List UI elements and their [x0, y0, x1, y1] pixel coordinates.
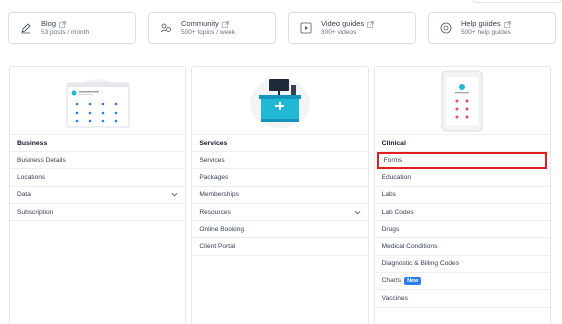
help-guides-subtitle: 500+ help guides [461, 28, 511, 36]
services-link[interactable]: Services [192, 152, 368, 170]
online-booking-link[interactable]: Online Booking [192, 221, 368, 239]
external-link-icon [503, 20, 511, 28]
packages-link[interactable]: Packages [192, 169, 368, 187]
forms-link[interactable]: Forms [376, 152, 547, 170]
business-illustration [10, 67, 186, 135]
pen-icon [19, 21, 33, 35]
row-label: Vaccines [381, 295, 408, 303]
help-icon [439, 21, 453, 35]
search-input[interactable] [472, 0, 562, 3]
chevron-down-icon [354, 210, 361, 214]
blog-card[interactable]: Blog 53 posts / month [8, 12, 136, 44]
locations-link[interactable]: Locations [10, 169, 186, 187]
data-dropdown[interactable]: Data [10, 187, 186, 204]
clinical-column: Clinical Forms Education Labs Lab Codes … [373, 66, 551, 324]
row-label: Resources [199, 208, 231, 216]
external-link-icon [367, 20, 375, 28]
community-icon [159, 21, 173, 35]
services-illustration [192, 67, 368, 135]
services-column: Services Services Packages Memberships R… [191, 66, 369, 324]
education-link[interactable]: Education [374, 169, 550, 187]
row-label: Lab Codes [381, 208, 414, 216]
row-label: Services [199, 156, 225, 164]
diagnostic-billing-codes-link[interactable]: Diagnostic & Billing Codes [374, 256, 550, 274]
help-guides-title: Help guides [461, 18, 501, 28]
blog-subtitle: 53 posts / month [41, 28, 90, 36]
community-title: Community [181, 18, 219, 28]
new-badge: New [404, 277, 422, 286]
row-label: Drugs [381, 225, 400, 233]
row-label: Education [381, 173, 411, 181]
row-label: Labs [381, 191, 396, 199]
community-subtitle: 500+ topics / week [181, 28, 236, 36]
row-label: Online Booking [199, 225, 245, 233]
row-label: Charts [381, 277, 402, 285]
business-column: Business Business Details Locations Data… [9, 66, 187, 324]
dashboard-illustration-icon [66, 78, 130, 127]
reception-desk-illustration-icon [249, 77, 310, 128]
video-guides-card[interactable]: Video guides 300+ videos [288, 12, 416, 44]
video-guides-title: Video guides [321, 18, 365, 28]
clinical-heading: Clinical [374, 135, 550, 152]
community-card[interactable]: Community 500+ topics / week [148, 12, 276, 44]
row-label: Data [17, 191, 31, 199]
memberships-link[interactable]: Memberships [192, 187, 368, 204]
row-label: Locations [17, 173, 46, 181]
labs-link[interactable]: Labs [374, 187, 550, 204]
drugs-link[interactable]: Drugs [374, 221, 550, 239]
charts-link[interactable]: Charts New [374, 273, 550, 291]
row-label: Business Details [17, 156, 66, 164]
help-guides-card[interactable]: Help guides 500+ help guides [428, 12, 556, 44]
subscription-link[interactable]: Subscription [10, 204, 186, 222]
blog-title: Blog [41, 18, 57, 28]
row-label: Medical Conditions [381, 243, 438, 251]
resources-dropdown[interactable]: Resources [192, 204, 368, 222]
row-label: Packages [199, 173, 229, 181]
business-heading: Business [10, 135, 186, 152]
business-details-link[interactable]: Business Details [10, 152, 186, 170]
row-label: Diagnostic & Billing Codes [381, 260, 459, 268]
row-label: Subscription [17, 208, 54, 216]
lab-codes-link[interactable]: Lab Codes [374, 204, 550, 222]
row-label: Forms [383, 157, 403, 165]
row-label: Memberships [199, 191, 239, 199]
resource-cards: Blog 53 posts / month Community 500+ top… [8, 12, 556, 44]
chevron-down-icon [171, 193, 178, 197]
vaccines-link[interactable]: Vaccines [374, 290, 550, 308]
row-label: Client Portal [199, 243, 236, 251]
medical-conditions-link[interactable]: Medical Conditions [374, 238, 550, 256]
external-link-icon [59, 20, 66, 28]
video-icon [299, 21, 313, 35]
settings-columns: Business Business Details Locations Data… [9, 66, 551, 324]
clinical-illustration [374, 67, 550, 135]
external-link-icon [222, 20, 229, 28]
tablet-illustration-icon [441, 70, 483, 131]
services-heading: Services [192, 135, 368, 152]
video-guides-subtitle: 300+ videos [321, 28, 357, 36]
client-portal-link[interactable]: Client Portal [192, 238, 368, 256]
